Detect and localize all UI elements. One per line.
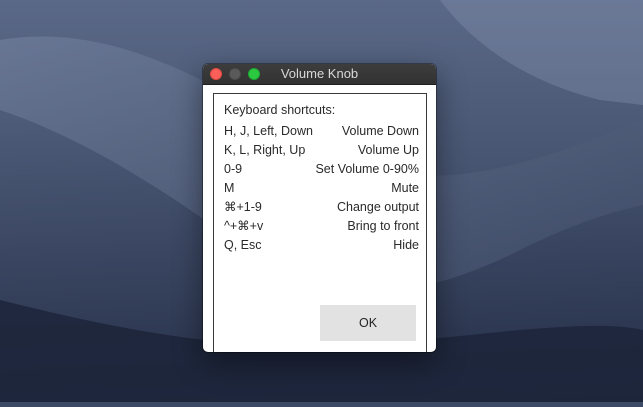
shortcut-row: ⌘+1-9 Change output [224, 198, 419, 217]
shortcut-keys: 0-9 [224, 162, 243, 176]
shortcut-row: ^+⌘+v Bring to front [224, 217, 419, 236]
shortcut-keys: Q, Esc [224, 238, 262, 252]
shortcut-action: Set Volume 0-90% [315, 162, 419, 176]
volume-knob-window: Volume Knob Keyboard shortcuts: H, J, Le… [203, 64, 436, 352]
shortcut-action: Volume Down [341, 124, 419, 138]
shortcut-row: H, J, Left, Down Volume Down [224, 122, 419, 141]
ok-button[interactable]: OK [320, 305, 416, 341]
shortcuts-panel: Keyboard shortcuts: H, J, Left, Down Vol… [213, 93, 427, 352]
shortcut-action: Volume Up [357, 143, 419, 157]
shortcut-row: K, L, Right, Up Volume Up [224, 141, 419, 160]
shortcut-row: 0-9 Set Volume 0-90% [224, 160, 419, 179]
shortcut-action: Bring to front [347, 219, 419, 233]
shortcuts-list: H, J, Left, Down Volume Down K, L, Right… [224, 122, 419, 255]
shortcut-row: M Mute [224, 179, 419, 198]
shortcut-keys: K, L, Right, Up [224, 143, 306, 157]
shortcut-row: Q, Esc Hide [224, 236, 419, 255]
shortcuts-heading: Keyboard shortcuts: [224, 103, 336, 117]
title-bar[interactable]: Volume Knob [203, 64, 436, 85]
window-title: Volume Knob [280, 66, 359, 81]
shortcut-keys: ^+⌘+v [224, 219, 264, 233]
shortcut-action: Hide [393, 238, 419, 252]
shortcut-action: Change output [336, 200, 419, 214]
shortcut-keys: M [224, 181, 235, 195]
shortcut-keys: H, J, Left, Down [224, 124, 313, 138]
shortcut-keys: ⌘+1-9 [224, 200, 262, 214]
shortcut-action: Mute [391, 181, 419, 195]
